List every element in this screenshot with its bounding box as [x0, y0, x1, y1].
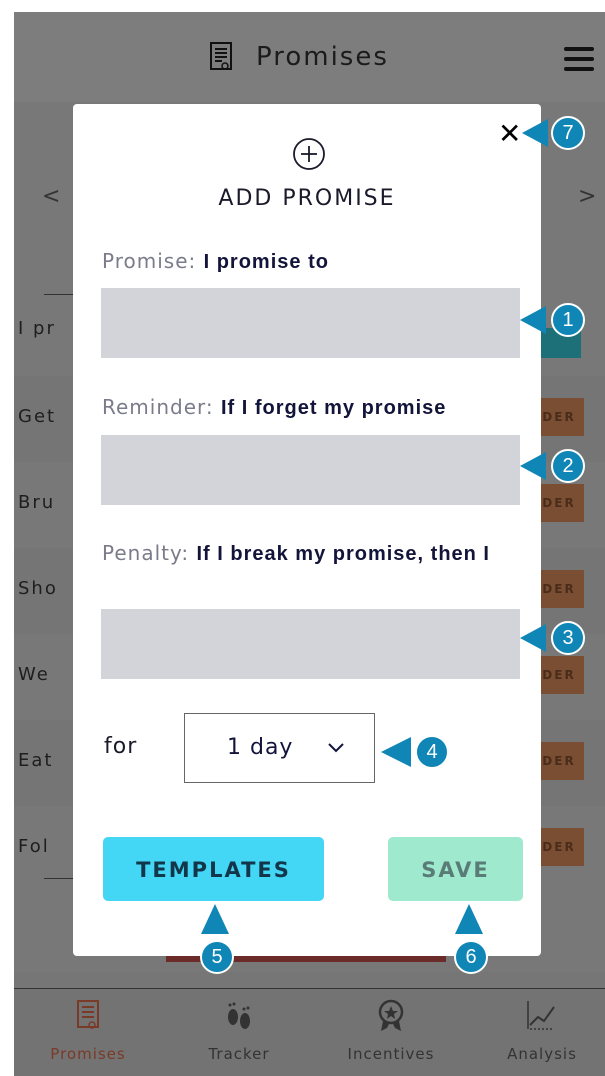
app-header: Promises — [14, 12, 605, 102]
tab-label: Analysis — [507, 1045, 577, 1063]
reminder-badge: DER — [534, 570, 584, 608]
save-button[interactable]: SAVE — [388, 837, 523, 901]
close-icon[interactable]: ✕ — [498, 120, 521, 148]
tab-promises[interactable]: Promises — [28, 999, 148, 1063]
templates-button[interactable]: TEMPLATES — [103, 837, 324, 901]
penalty-prompt: If I break my promise, then I — [196, 543, 490, 565]
document-icon — [77, 1000, 99, 1029]
reminder-badge: DER — [534, 828, 584, 866]
reminder-badge: DER — [534, 398, 584, 436]
tab-tracker[interactable]: Tracker — [179, 999, 299, 1063]
reminder-badge: DER — [534, 656, 584, 694]
penalty-label: Penalty: If I break my promise, then I — [102, 541, 490, 565]
next-arrow-icon[interactable]: > — [578, 184, 596, 209]
tab-incentives[interactable]: Incentives — [331, 999, 451, 1063]
duration-label: for — [104, 734, 138, 759]
reminder-input[interactable] — [101, 435, 520, 505]
tab-analysis[interactable]: Analysis — [482, 999, 602, 1063]
callout-number: 1 — [551, 303, 585, 337]
promise-input[interactable] — [101, 288, 520, 358]
prev-arrow-icon[interactable]: < — [42, 184, 60, 209]
promise-label: Promise: I promise to — [102, 249, 329, 273]
tab-label: Tracker — [208, 1045, 270, 1063]
callout-number: 7 — [551, 116, 585, 150]
reminder-badge: DER — [534, 484, 584, 522]
callout-number: 3 — [551, 621, 585, 655]
document-icon — [210, 42, 232, 70]
duration-value: 1 day — [227, 735, 294, 760]
add-promise-dialog — [73, 104, 541, 956]
reminder-badge: DER — [534, 742, 584, 780]
callout-number: 4 — [415, 735, 449, 769]
chart-icon — [527, 1001, 555, 1030]
bottom-nav: Promises Tracker Incentives Analysis — [14, 988, 605, 1076]
tab-label: Promises — [50, 1045, 126, 1063]
duration-select[interactable]: 1 day — [184, 713, 375, 783]
reminder-prompt: If I forget my promise — [221, 397, 447, 419]
callout-number: 5 — [200, 940, 234, 974]
dialog-title: ADD PROMISE — [218, 186, 396, 211]
hamburger-icon[interactable] — [564, 47, 594, 71]
tab-label: Incentives — [347, 1045, 435, 1063]
callout-number: 6 — [454, 940, 488, 974]
reminder-label: Reminder: If I forget my promise — [102, 395, 447, 419]
plus-circle-icon — [293, 138, 325, 170]
footprints-icon — [228, 1002, 250, 1029]
page-title: Promises — [256, 42, 389, 72]
callout-number: 2 — [551, 449, 585, 483]
penalty-input[interactable] — [101, 609, 520, 679]
award-icon — [378, 999, 404, 1031]
promise-prompt: I promise to — [203, 251, 329, 273]
chevron-down-icon — [328, 743, 344, 753]
